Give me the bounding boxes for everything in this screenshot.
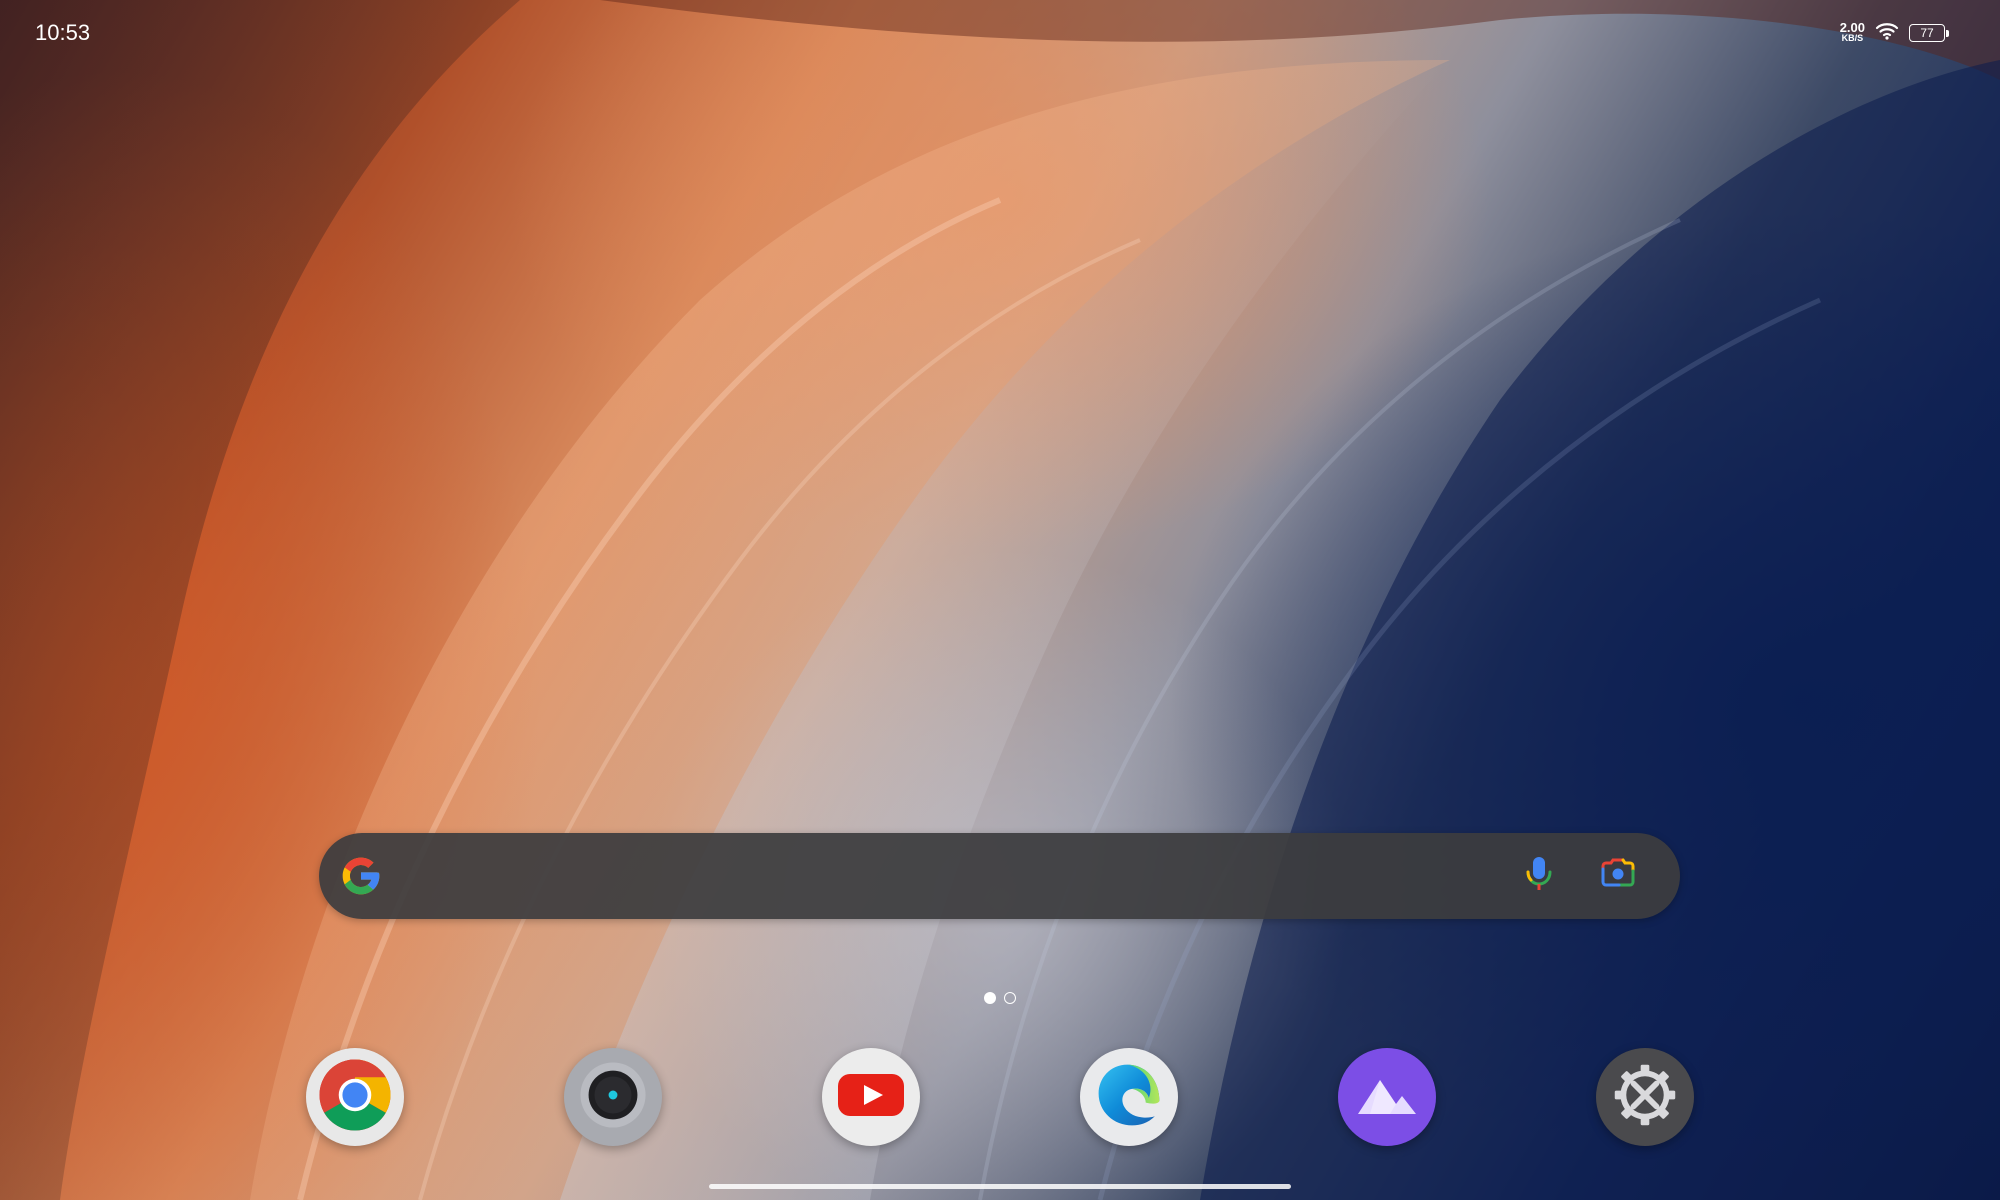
settings-icon [1609,1059,1681,1136]
chrome-icon [318,1058,392,1137]
youtube-icon [836,1070,906,1125]
app-dock [0,1048,2000,1148]
page-indicator [980,990,1020,1006]
status-clock: 10:53 [35,20,91,45]
youtube-app-icon[interactable] [822,1048,920,1146]
battery-level: 77 [1920,26,1934,40]
settings-app-icon[interactable] [1596,1048,1694,1146]
gallery-app-icon[interactable] [1338,1048,1436,1146]
gallery-icon [1352,1070,1422,1125]
google-g-icon [339,854,383,898]
network-speed-value: 2.00 [1839,20,1865,35]
wifi-icon [1875,21,1899,46]
home-gesture-handle[interactable] [709,1184,1291,1189]
status-icons: 2.00 KB/S 77 [1839,20,1949,46]
wallpaper [0,0,2000,1200]
home-screen: 10:53 2.00 KB/S 77 [0,0,2000,1200]
status-bar: 10:53 2.00 KB/S 77 [0,0,2000,64]
edge-app-icon[interactable] [1080,1048,1178,1146]
microphone-icon [1524,855,1554,898]
camera-app-icon[interactable] [564,1048,662,1146]
battery-indicator: 77 [1909,24,1949,42]
edge-icon [1091,1057,1167,1138]
google-lens-icon [1599,857,1637,896]
network-speed-unit: KB/S [1841,33,1864,43]
google-lens-button[interactable] [1593,851,1643,901]
page-dot-inactive[interactable] [1004,992,1016,1004]
camera-icon [576,1058,650,1137]
google-search-bar[interactable] [319,833,1680,919]
network-speed-indicator: 2.00 KB/S [1839,20,1865,44]
page-dot-active[interactable] [984,992,996,1004]
chrome-app-icon[interactable] [306,1048,404,1146]
voice-search-button[interactable] [1514,851,1564,901]
